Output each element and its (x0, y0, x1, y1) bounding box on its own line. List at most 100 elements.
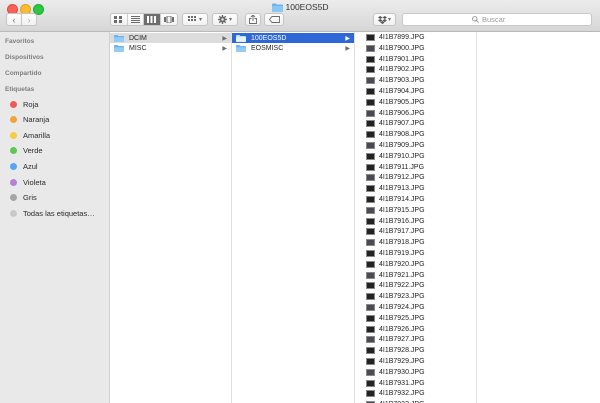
sidebar-tag-item[interactable]: Amarilla (10, 129, 50, 141)
toolbar: 100EOS5D ‹ › ▾ ▾ ▾ Buscar (0, 0, 600, 32)
file-name: 4I1B7909.JPG (379, 142, 425, 149)
dropbox-button[interactable]: ▾ (373, 13, 396, 26)
search-input[interactable] (479, 15, 522, 24)
folder-icon (236, 44, 246, 52)
sidebar-tag-item[interactable]: Azul (10, 160, 38, 172)
file-row[interactable]: 4I1B7910.JPG (355, 151, 476, 161)
file-row[interactable]: 4I1B7899.JPG (355, 33, 476, 43)
tag-label: Verde (23, 146, 43, 156)
file-row[interactable]: 4I1B7921.JPG (355, 270, 476, 280)
file-name: 4I1B7930.JPG (379, 368, 425, 376)
file-row[interactable]: 4I1B7909.JPG (355, 141, 476, 151)
file-row[interactable]: 4I1B7900.JPG (355, 43, 476, 53)
file-row[interactable]: 4I1B7915.JPG (355, 205, 476, 215)
file-name: 4I1B7913.JPG (379, 185, 425, 193)
forward-button[interactable]: › (21, 13, 37, 26)
action-menu-button[interactable]: ▾ (212, 13, 238, 26)
file-row[interactable]: 4I1B7903.JPG (355, 76, 476, 86)
icon-view-icon (114, 16, 123, 23)
sidebar-tag-item[interactable]: Violeta (10, 176, 46, 188)
file-name: 4I1B7914.JPG (379, 196, 425, 203)
file-row[interactable]: 4I1B7906.JPG (355, 108, 476, 118)
file-row[interactable]: 4I1B7916.JPG (355, 216, 476, 226)
column-view-button[interactable] (144, 14, 161, 25)
image-file-icon (366, 66, 375, 74)
file-row[interactable]: 4I1B7930.JPG (355, 367, 476, 377)
file-row[interactable]: 4I1B7931.JPG (355, 378, 476, 388)
file-row[interactable]: 4I1B7912.JPG (355, 173, 476, 183)
file-row[interactable]: 4I1B7905.JPG (355, 97, 476, 107)
sidebar-tag-item[interactable]: Todas las etiquetas… (10, 207, 95, 219)
file-row[interactable]: 4I1B7902.JPG (355, 65, 476, 75)
file-row[interactable]: 4I1B7914.JPG (355, 195, 476, 205)
file-name: 4I1B7928.JPG (379, 347, 425, 355)
image-file-icon (366, 206, 375, 214)
file-row[interactable]: 4I1B7919.JPG (355, 249, 476, 259)
folder-row-misc[interactable]: MISC ▶ (110, 43, 231, 53)
sidebar-tag-item[interactable]: Gris (10, 192, 37, 204)
sidebar-tag-item[interactable]: Roja (10, 98, 38, 110)
group-menu-button[interactable]: ▾ (182, 13, 208, 26)
sidebar-section-dispositivos[interactable]: Dispositivos (5, 54, 44, 61)
tags-button[interactable] (264, 13, 284, 26)
file-row[interactable]: 4I1B7926.JPG (355, 324, 476, 334)
file-name: 4I1B7902.JPG (379, 66, 425, 74)
column-empty (477, 32, 600, 403)
gear-icon (217, 15, 227, 24)
tag-label: Azul (23, 161, 38, 171)
file-row[interactable]: 4I1B7924.JPG (355, 303, 476, 313)
file-row[interactable]: 4I1B7907.JPG (355, 119, 476, 129)
file-row[interactable]: 4I1B7917.JPG (355, 227, 476, 237)
file-row[interactable]: 4I1B7928.JPG (355, 346, 476, 356)
image-file-icon (366, 163, 375, 171)
tag-label: Violeta (23, 177, 46, 187)
cover-flow-button[interactable] (161, 14, 177, 25)
file-row[interactable]: 4I1B7911.JPG (355, 162, 476, 172)
folder-name: EOSMISC (251, 44, 284, 52)
file-name: 4I1B7924.JPG (379, 304, 425, 311)
file-name: 4I1B7921.JPG (379, 271, 425, 279)
folder-row-dcim[interactable]: DCIM ▶ (110, 33, 231, 43)
tag-color-dot-icon (10, 131, 17, 139)
file-row[interactable]: 4I1B7918.JPG (355, 238, 476, 248)
column-view-icon (147, 16, 157, 23)
back-button[interactable]: ‹ (6, 13, 22, 26)
file-row[interactable]: 4I1B7901.JPG (355, 54, 476, 64)
file-name: 4I1B7904.JPG (379, 88, 425, 95)
share-button[interactable] (245, 13, 261, 26)
image-file-icon (366, 379, 375, 387)
disclosure-arrow-icon: ▶ (345, 36, 350, 42)
file-row[interactable]: 4I1B7923.JPG (355, 292, 476, 302)
sidebar-tag-item[interactable]: Naranja (10, 114, 49, 126)
file-name: 4I1B7900.JPG (379, 44, 425, 52)
image-file-icon (366, 120, 375, 128)
file-row[interactable]: 4I1B7932.JPG (355, 389, 476, 399)
file-name: 4I1B7908.JPG (379, 131, 425, 139)
dropbox-icon (377, 15, 387, 24)
sidebar-section-compartido[interactable]: Compartido (5, 70, 41, 77)
file-row[interactable]: 4I1B7925.JPG (355, 313, 476, 323)
file-row[interactable]: 4I1B7927.JPG (355, 335, 476, 345)
image-file-icon (366, 152, 375, 160)
file-row[interactable]: 4I1B7908.JPG (355, 130, 476, 140)
file-name: 4I1B7905.JPG (379, 98, 425, 106)
folder-row-100eos5d[interactable]: 100EOS5D ▶ (232, 33, 354, 43)
finder-window: 100EOS5D ‹ › ▾ ▾ ▾ Buscar Favoritos Disp… (0, 0, 600, 403)
icon-view-button[interactable] (111, 14, 128, 25)
image-file-icon (366, 174, 375, 182)
file-row[interactable]: 4I1B7913.JPG (355, 184, 476, 194)
file-name: 4I1B7923.JPG (379, 293, 425, 301)
search-field[interactable] (402, 13, 592, 26)
image-file-icon (366, 271, 375, 279)
file-row[interactable]: 4I1B7904.JPG (355, 87, 476, 97)
folder-row-eosmisc[interactable]: EOSMISC ▶ (232, 43, 354, 53)
file-row[interactable]: 4I1B7929.JPG (355, 357, 476, 367)
folder-icon (114, 34, 124, 42)
list-view-button[interactable] (128, 14, 144, 25)
sidebar-section-favoritos[interactable]: Favoritos (5, 38, 34, 45)
sidebar-section-etiquetas[interactable]: Etiquetas (5, 86, 34, 93)
sidebar-tag-item[interactable]: Verde (10, 145, 43, 157)
disclosure-arrow-icon: ▶ (222, 46, 227, 52)
file-row[interactable]: 4I1B7920.JPG (355, 259, 476, 269)
file-row[interactable]: 4I1B7922.JPG (355, 281, 476, 291)
